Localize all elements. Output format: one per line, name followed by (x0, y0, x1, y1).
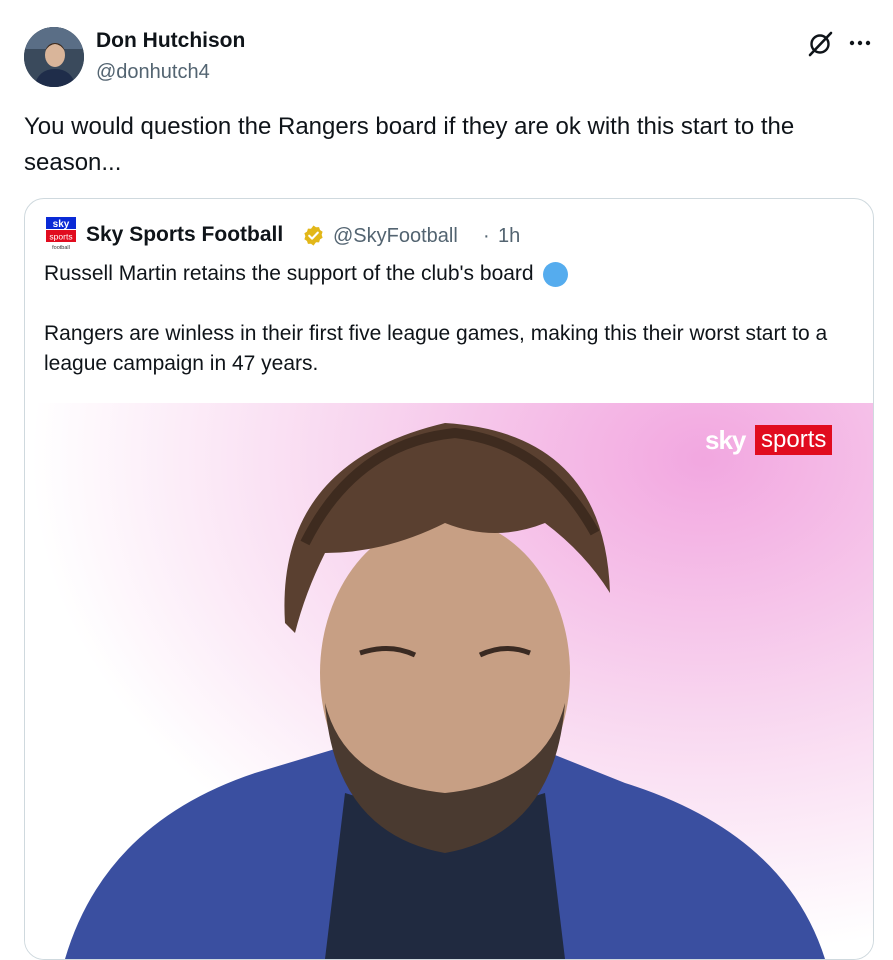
grok-icon[interactable] (806, 30, 834, 58)
svg-text:sky: sky (53, 219, 70, 230)
more-icon[interactable] (847, 30, 873, 56)
quoted-author-name[interactable]: Sky Sports Football (86, 222, 283, 248)
quoted-tweet-text: Russell Martin retains the support of th… (44, 259, 844, 379)
svg-text:sports: sports (49, 232, 72, 242)
quoted-author-handle[interactable]: @SkyFootball (333, 223, 458, 249)
watermark-sports: sports (755, 425, 833, 455)
author-handle[interactable]: @donhutch4 (96, 60, 210, 84)
blue-circle-emoji (542, 261, 568, 287)
verified-badge-icon (304, 225, 323, 246)
quoted-tweet-card[interactable]: sky sports football Sky Sports Football … (24, 198, 874, 960)
svg-text:football: football (52, 245, 70, 251)
separator-dot: · (483, 225, 490, 247)
watermark-sky: sky (705, 425, 746, 455)
quoted-text-line1: Russell Martin retains the support of th… (44, 262, 534, 285)
avatar-photo (24, 27, 84, 87)
russell-martin-photo (65, 423, 825, 959)
author-avatar[interactable] (24, 27, 84, 87)
quoted-timestamp[interactable]: 1h (498, 223, 520, 249)
quoted-text-line2: Rangers are winless in their first five … (44, 322, 828, 375)
tweet-text: You would question the Rangers board if … (24, 113, 795, 176)
quoted-media-image[interactable]: sky sports (25, 403, 873, 959)
sky-sports-football-logo: sky sports football (46, 217, 76, 251)
quoted-author-avatar[interactable]: sky sports football (44, 217, 78, 251)
author-name[interactable]: Don Hutchison (96, 28, 245, 54)
